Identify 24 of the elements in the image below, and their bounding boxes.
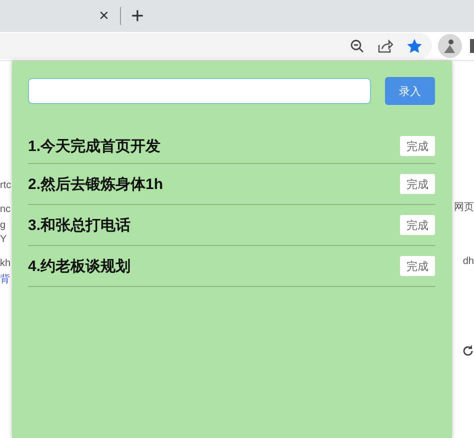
- text-fragment: dh: [462, 255, 474, 269]
- todo-text: 2.然后去锻炼身体1h: [28, 174, 164, 194]
- zoom-out-icon[interactable]: [350, 39, 364, 53]
- text-fragment: rtc: [0, 179, 12, 193]
- text-fragment: 网页: [454, 201, 474, 215]
- done-button[interactable]: 完成: [400, 215, 435, 235]
- text-fragment: kh: [0, 257, 12, 271]
- reload-icon[interactable]: [462, 345, 474, 357]
- close-icon[interactable]: ×: [96, 6, 112, 26]
- text-fragment: nc: [0, 203, 12, 217]
- done-button[interactable]: 完成: [400, 174, 435, 194]
- done-button[interactable]: 完成: [400, 136, 435, 156]
- share-icon[interactable]: [378, 39, 393, 53]
- submit-button[interactable]: 录入: [385, 77, 435, 105]
- star-icon[interactable]: [407, 39, 422, 53]
- todo-text: 4.约老板谈规划: [28, 256, 131, 276]
- avatar-icon[interactable]: [438, 34, 462, 58]
- done-button[interactable]: 完成: [400, 256, 435, 276]
- input-field[interactable]: [28, 78, 371, 104]
- new-tab-icon[interactable]: +: [131, 5, 144, 27]
- link[interactable]: 背: [0, 273, 12, 287]
- todo-text: 3.和张总打电话: [28, 216, 131, 234]
- todo-text: 1.今天完成首页开发: [28, 136, 161, 156]
- text-fragment: g Y: [0, 219, 8, 247]
